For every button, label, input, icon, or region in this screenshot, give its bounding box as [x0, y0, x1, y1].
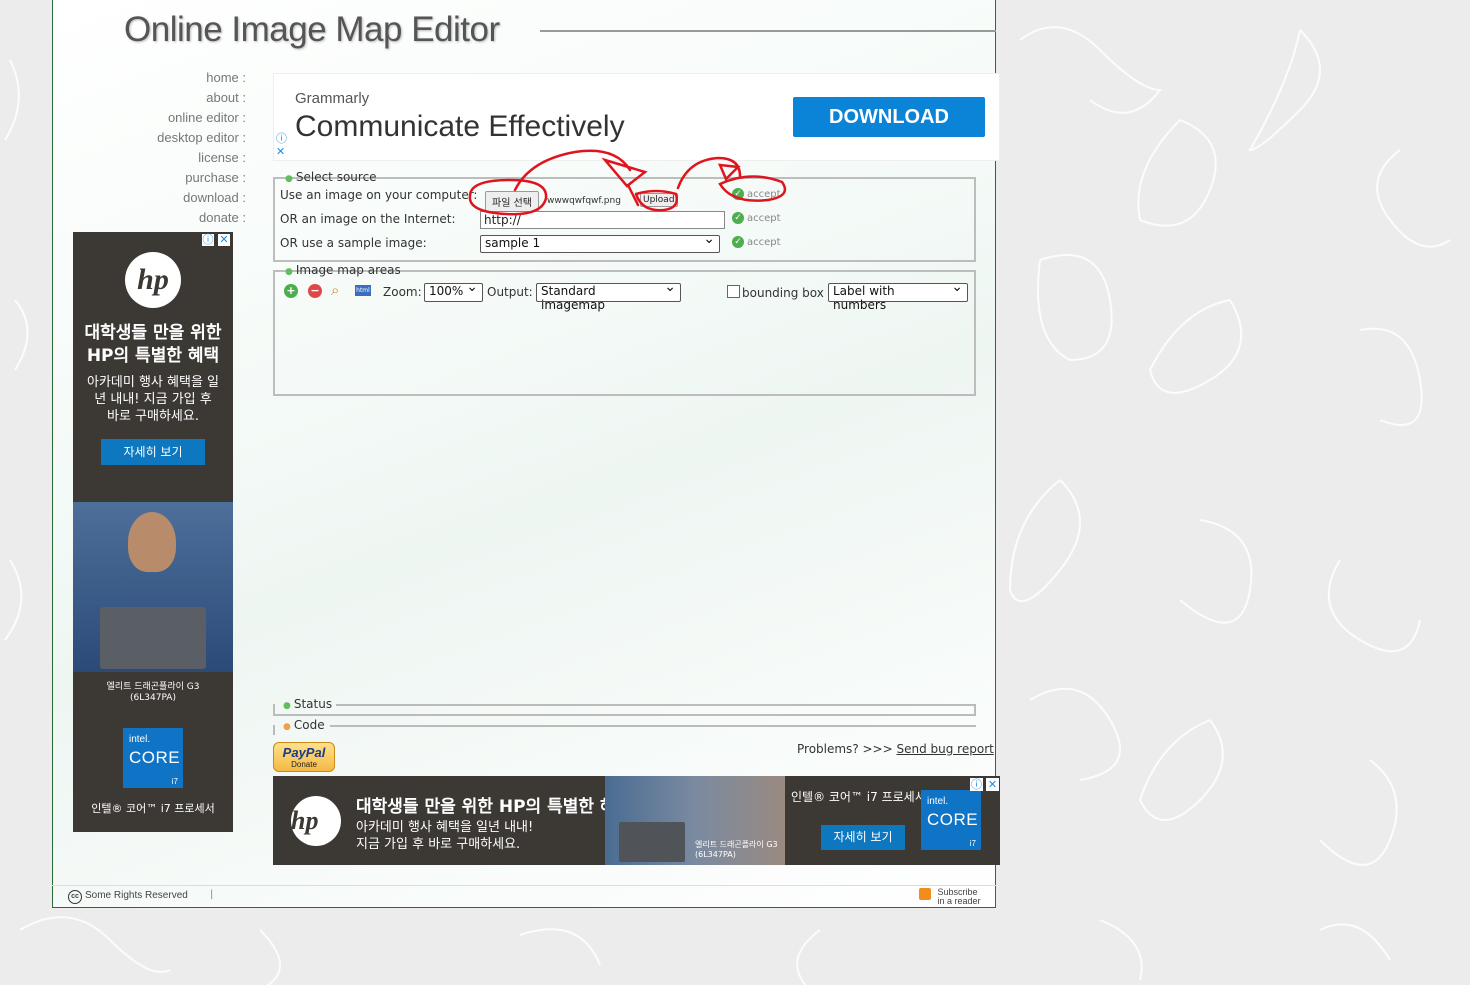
status-panel	[273, 704, 976, 716]
nav-online-editor[interactable]: online editor :	[120, 108, 246, 128]
select-source-legend: ● Select source	[285, 170, 377, 184]
ad-brand: Grammarly	[295, 90, 370, 107]
nav-desktop-editor[interactable]: desktop editor :	[120, 128, 246, 148]
side-ad-close-icon[interactable]: ✕	[218, 234, 230, 246]
selected-file-name: wwwqwfqwf.png	[547, 196, 621, 206]
page-title: Online Image Map Editor	[124, 10, 500, 49]
bottom-ad-processor: 인텔® 코어™ i7 프로세서	[791, 790, 926, 804]
laptop-image	[100, 607, 206, 669]
html-preview-icon[interactable]: html	[355, 285, 371, 296]
ad-info-icon[interactable]: ⓘ	[276, 130, 287, 146]
internet-source-label: OR an image on the Internet:	[280, 212, 456, 226]
bottom-ad-cta-button[interactable]: 자세히 보기	[821, 825, 905, 850]
hp-logo: hp	[125, 252, 181, 308]
nav-download[interactable]: download :	[120, 188, 246, 208]
code-divider	[330, 725, 976, 727]
image-map-areas-legend: ● Image map areas	[285, 263, 401, 277]
ad-download-button[interactable]: DOWNLOAD	[793, 97, 985, 137]
side-ad-body: 아카데미 행사 혜택을 일년 내내! 지금 가입 후 바로 구매하세요.	[87, 375, 219, 424]
paypal-donate-button[interactable]: PayPal Donate	[273, 742, 335, 772]
subscribe-link[interactable]: Subscribe in a reader	[919, 888, 981, 906]
file-select-button[interactable]: 파일 선택	[485, 191, 539, 212]
sample-source-label: OR use a sample image:	[280, 236, 427, 250]
bullet-icon: ●	[283, 722, 291, 732]
nav-donate[interactable]: donate :	[120, 208, 246, 228]
code-legend: ● Code	[283, 718, 325, 732]
side-ad-info-icon[interactable]: ⓘ	[202, 234, 214, 246]
bounding-box-label: bounding box	[742, 286, 824, 300]
hp-side-ad[interactable]: hp 대학생들 만을 위한 HP의 특별한 혜택 아카데미 행사 혜택을 일년 …	[73, 232, 233, 832]
check-icon: ✓	[732, 212, 744, 224]
nav-purchase[interactable]: purchase :	[120, 168, 246, 188]
problems-text: Problems? >>> Send bug report	[797, 742, 994, 756]
nav-about[interactable]: about :	[120, 88, 246, 108]
intel-core-badge: intel. CORE i7	[921, 790, 981, 850]
code-panel-edge	[273, 725, 275, 735]
nav-home[interactable]: home :	[120, 68, 246, 88]
side-ad-headline: 대학생들 만을 위한 HP의 특별한 혜택	[84, 323, 222, 366]
image-url-input[interactable]: http://	[480, 211, 725, 229]
title-divider	[540, 30, 996, 32]
zoom-magnifier-icon[interactable]: ⌕	[331, 281, 339, 299]
side-ad-cta-button[interactable]: 자세히 보기	[101, 439, 205, 465]
sample-image-select[interactable]: sample 1	[480, 231, 720, 253]
rss-icon	[919, 888, 931, 900]
side-ad-photo	[73, 502, 233, 672]
nav-license[interactable]: license :	[120, 148, 246, 168]
accept-sample[interactable]: ✓ accept	[732, 236, 781, 248]
add-area-icon[interactable]: +	[284, 284, 298, 298]
creative-commons-icon: cc	[68, 890, 82, 904]
footer-separator: |	[210, 889, 214, 900]
license-notice[interactable]: cc Some Rights Reserved	[68, 890, 188, 904]
label-mode-select[interactable]: Label with numbers	[828, 279, 968, 312]
bottom-ad-product: 엘리트 드래곤플라이 G3 (6L347PA)	[695, 840, 778, 859]
ad-close-icon[interactable]: ✕	[276, 145, 285, 158]
footer-divider	[52, 885, 996, 886]
accept-internet[interactable]: ✓ accept	[732, 212, 781, 224]
laptop-image	[619, 822, 685, 862]
bottom-ad-body: 아카데미 행사 혜택을 일년 내내! 지금 가입 후 바로 구매하세요.	[356, 820, 534, 852]
bottom-ad-headline: 대학생들 만을 위한 HP의 특별한 혜택	[356, 797, 632, 817]
upload-button[interactable]: Upload	[640, 193, 678, 207]
side-ad-product: 엘리트 드래곤플라이 G3 (6L347PA)	[106, 682, 200, 703]
bottom-ad-info-icon[interactable]: ⓘ	[970, 778, 983, 791]
hp-bottom-ad[interactable]: hp 대학생들 만을 위한 HP의 특별한 혜택 아카데미 행사 혜택을 일년 …	[273, 776, 1000, 865]
grammarly-ad-banner[interactable]: Grammarly Communicate Effectively DOWNLO…	[273, 73, 1000, 161]
intel-core-badge: intel. CORE i7	[123, 728, 183, 788]
bullet-icon: ●	[285, 267, 293, 277]
zoom-select[interactable]: 100%	[424, 279, 483, 302]
hp-logo: hp	[291, 796, 341, 846]
check-icon: ✓	[732, 188, 744, 200]
computer-source-label: Use an image on your computer:	[280, 188, 478, 202]
side-ad-processor: 인텔® 코어™ i7 프로세서	[91, 802, 215, 815]
bounding-box-checkbox[interactable]	[727, 285, 740, 298]
accept-computer[interactable]: ✓ accept	[732, 188, 781, 200]
remove-area-icon[interactable]: −	[308, 284, 322, 298]
check-icon: ✓	[732, 236, 744, 248]
output-select[interactable]: Standard imagemap	[536, 279, 681, 312]
bullet-icon: ●	[285, 174, 293, 184]
ad-headline: Communicate Effectively	[295, 110, 625, 143]
send-bug-report-link[interactable]: Send bug report	[896, 742, 993, 756]
main-nav: home : about : online editor : desktop e…	[120, 68, 246, 228]
bottom-ad-close-icon[interactable]: ✕	[986, 778, 999, 791]
output-label: Output:	[487, 285, 533, 299]
zoom-label: Zoom:	[383, 285, 422, 299]
